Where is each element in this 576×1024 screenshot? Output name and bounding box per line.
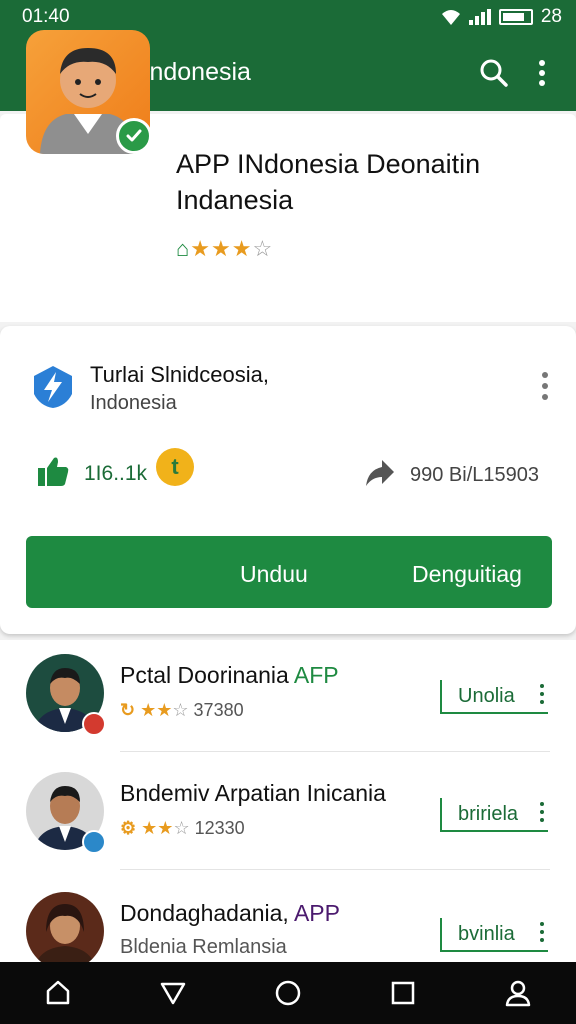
overflow-menu-button[interactable] bbox=[518, 49, 566, 97]
home-rating-icon: ⌂ bbox=[176, 236, 191, 261]
share-arrow-icon[interactable] bbox=[364, 456, 396, 488]
list-item[interactable]: Pctal Doorinania AFP ↻ ★★☆ 37380 Unolia bbox=[0, 640, 576, 752]
circle-home-icon bbox=[275, 980, 301, 1006]
list-item-more-icon[interactable] bbox=[540, 802, 544, 822]
more-vert-icon bbox=[539, 59, 545, 86]
list-item-action-button[interactable]: Unolia bbox=[440, 680, 548, 714]
verified-check-icon bbox=[126, 129, 142, 142]
thumbs-up-icon[interactable] bbox=[36, 454, 70, 488]
app-title-line2: Indanesia bbox=[176, 185, 294, 215]
nav-circle-button[interactable] bbox=[260, 965, 316, 1021]
list-item-title: Dondaghadania, APP bbox=[120, 900, 340, 926]
install-button[interactable]: Unduu Denguitiag bbox=[26, 536, 552, 608]
divider bbox=[120, 869, 550, 870]
download-count: 990 Bi/L15903 bbox=[410, 464, 540, 486]
home-icon bbox=[46, 980, 69, 1005]
search-icon bbox=[480, 59, 508, 87]
avatar-badge-icon bbox=[82, 712, 106, 736]
system-nav-bar bbox=[0, 962, 576, 1024]
app-title: APP INdonesia Deonaitin Indanesia bbox=[176, 146, 556, 218]
star-icon: ★★★ bbox=[190, 236, 253, 261]
nav-home-button[interactable] bbox=[30, 965, 86, 1021]
battery-label: 28 bbox=[540, 6, 562, 27]
app-title-line1: APP INdonesia Deonaitin bbox=[176, 149, 481, 179]
nav-recents-button[interactable] bbox=[375, 965, 431, 1021]
install-button-secondary-label: Denguitiag bbox=[412, 561, 522, 587]
card-more-button[interactable] bbox=[528, 366, 562, 406]
search-button[interactable] bbox=[470, 49, 518, 97]
battery-icon bbox=[498, 9, 533, 25]
status-time: 01:40 bbox=[22, 6, 70, 27]
nav-back-button[interactable] bbox=[145, 965, 201, 1021]
profile-icon bbox=[506, 980, 531, 1007]
install-button-label: Unduu bbox=[240, 561, 308, 587]
back-triangle-icon bbox=[160, 982, 186, 1005]
person-avatar-icon bbox=[34, 904, 96, 970]
publisher-country: Indonesia bbox=[90, 392, 177, 414]
list-item-action-button[interactable]: bririela bbox=[440, 798, 548, 832]
list-item-rating: ⚙ ★★☆ 12330 bbox=[120, 818, 245, 838]
divider bbox=[120, 751, 550, 752]
list-item[interactable]: Bndemiv Arpatian Inicania ⚙ ★★☆ 12330 br… bbox=[0, 758, 576, 870]
square-recents-icon bbox=[391, 981, 415, 1005]
wifi-icon bbox=[441, 10, 460, 25]
coin-glyph: t bbox=[171, 454, 179, 479]
like-count: 1I6..1k bbox=[84, 462, 148, 485]
coin-icon: t bbox=[156, 448, 194, 486]
app-detail-card: Turlai Slnidceosia, Indonesia 1I6..1k t … bbox=[0, 326, 576, 634]
avatar-badge-icon bbox=[82, 830, 106, 854]
list-item-count: 37380 bbox=[193, 700, 244, 720]
nav-profile-button[interactable] bbox=[490, 965, 546, 1021]
list-item-title: Pctal Doorinania AFP bbox=[120, 662, 339, 688]
list-item-more-icon[interactable] bbox=[540, 684, 544, 704]
star-empty-icon: ☆ bbox=[252, 236, 274, 261]
app-rating: ⌂★★★☆ bbox=[176, 236, 273, 262]
avatar bbox=[26, 892, 104, 970]
signal-icon bbox=[468, 9, 491, 25]
list-item-action-button[interactable]: bvinlia bbox=[440, 918, 548, 952]
verified-badge bbox=[116, 118, 152, 154]
list-item-title: Bndemiv Arpatian Inicania bbox=[120, 780, 386, 806]
publisher-name: Turlai Slnidceosia, bbox=[90, 362, 269, 387]
status-bar: 01:40 28 bbox=[0, 0, 576, 34]
status-icons: 28 bbox=[441, 6, 562, 28]
bolt-shield-icon bbox=[34, 366, 72, 408]
list-item-rating: ↻ ★★☆ 37380 bbox=[120, 700, 244, 720]
list-item-count: 12330 bbox=[194, 818, 245, 838]
related-apps-list: Pctal Doorinania AFP ↻ ★★☆ 37380 Unolia … bbox=[0, 640, 576, 970]
list-item-subtitle: Bldenia Remlansia bbox=[120, 936, 287, 958]
list-item-more-icon[interactable] bbox=[540, 922, 544, 942]
